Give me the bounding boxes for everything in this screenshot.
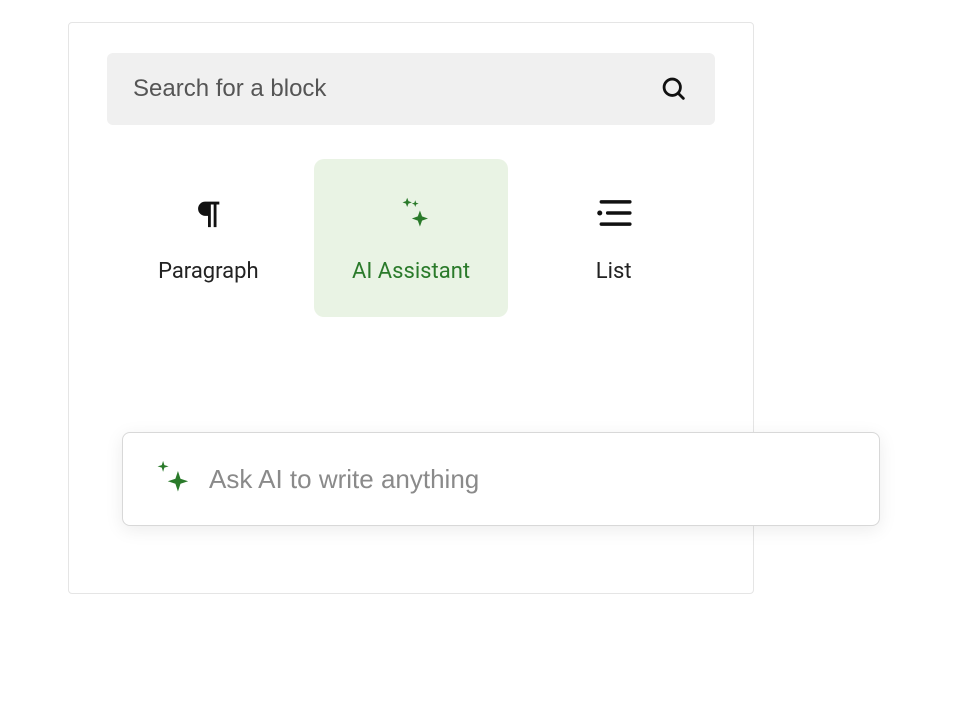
- block-ai-assistant[interactable]: AI Assistant: [314, 159, 509, 317]
- search-input[interactable]: [133, 75, 659, 103]
- block-list[interactable]: List: [516, 159, 711, 317]
- block-label: List: [596, 259, 632, 284]
- block-label: AI Assistant: [352, 259, 470, 284]
- blocks-row: Paragraph AI Assistant Li: [107, 159, 715, 317]
- search-icon: [659, 74, 689, 104]
- list-icon: [594, 193, 634, 233]
- sparkle-icon: [155, 460, 189, 498]
- block-label: Paragraph: [158, 259, 259, 284]
- ai-prompt-bar[interactable]: [122, 432, 880, 526]
- pilcrow-icon: [188, 193, 228, 233]
- search-bar[interactable]: [107, 53, 715, 125]
- ai-prompt-input[interactable]: [209, 464, 847, 495]
- sparkle-icon: [391, 193, 431, 233]
- block-paragraph[interactable]: Paragraph: [111, 159, 306, 317]
